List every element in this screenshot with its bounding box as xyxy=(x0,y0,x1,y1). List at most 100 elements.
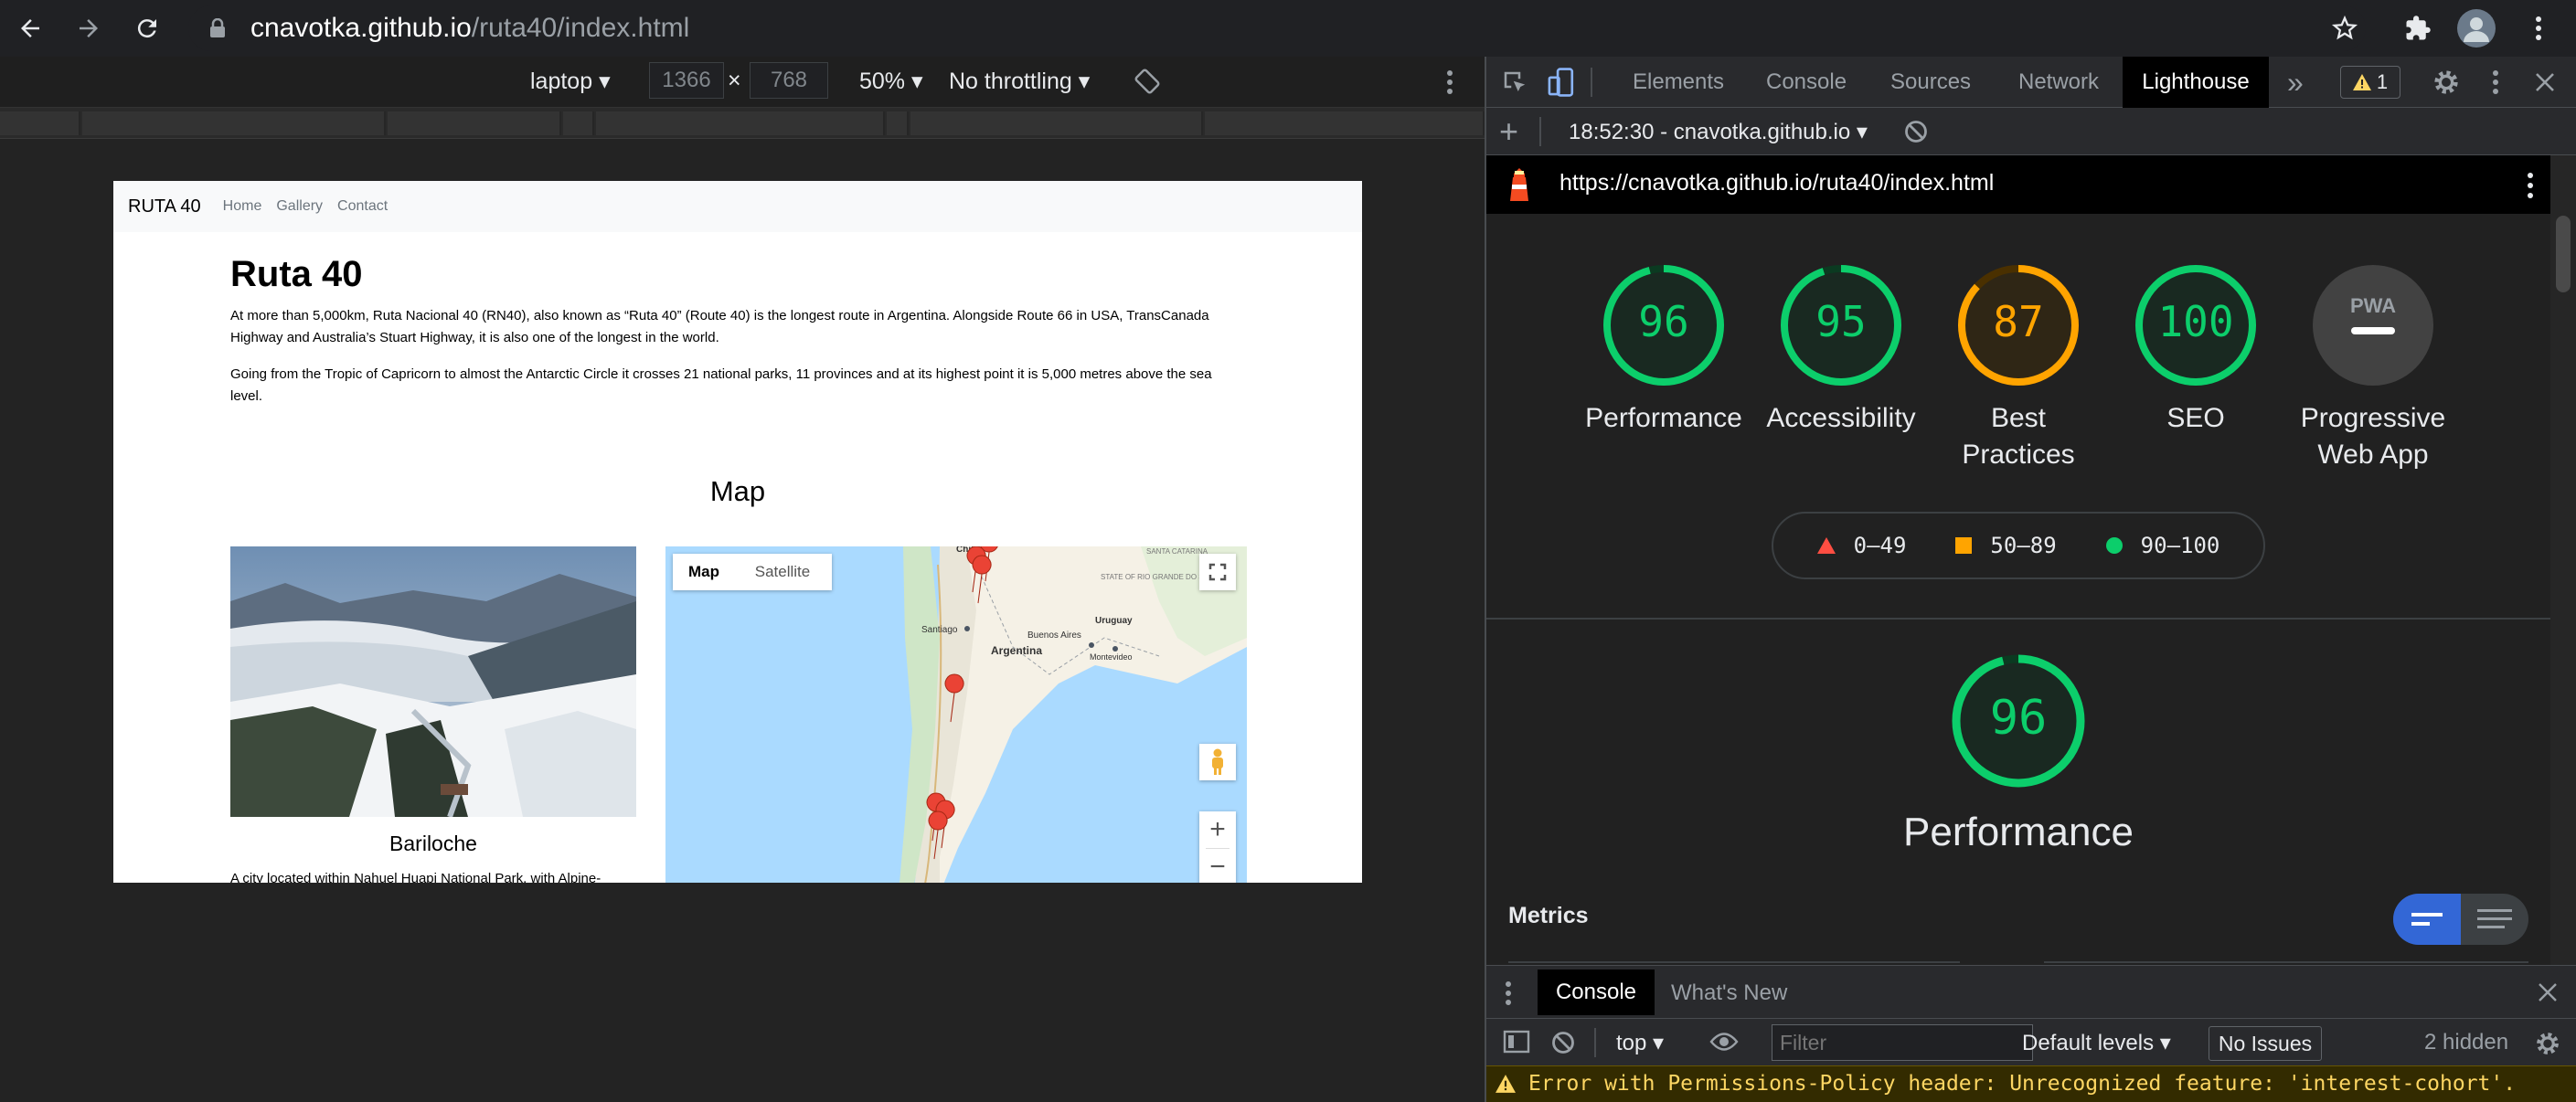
triangle-icon xyxy=(1816,537,1836,554)
close-devtools-icon[interactable] xyxy=(2534,71,2556,93)
inspect-element-icon[interactable] xyxy=(1501,69,1528,96)
short-lines-icon xyxy=(2411,913,2443,926)
back-button[interactable] xyxy=(7,5,53,51)
lighthouse-logo-icon xyxy=(1510,168,1528,201)
more-tabs-button[interactable]: » xyxy=(2287,57,2304,108)
star-icon xyxy=(2331,15,2358,40)
gauge-ring: 87 xyxy=(1958,265,2079,386)
expanded-view-button[interactable] xyxy=(2461,894,2528,945)
warning-icon xyxy=(2352,74,2371,90)
legend-pass: 90–100 xyxy=(2105,533,2219,558)
map-label-montevideo: Montevideo xyxy=(1090,652,1133,662)
close-drawer-icon[interactable] xyxy=(2538,982,2558,1002)
clear-console-icon[interactable] xyxy=(1550,1030,1576,1055)
map-tab-satellite[interactable]: Satellite xyxy=(735,563,830,581)
device-width-input[interactable]: 1366 xyxy=(649,62,724,99)
console-filter-input[interactable] xyxy=(1772,1024,2033,1061)
street-view-pegman[interactable] xyxy=(1199,744,1236,780)
map-label-santiago: Santiago xyxy=(921,625,958,635)
media-query-ruler[interactable] xyxy=(0,108,1485,139)
gauge-ring: 100 xyxy=(2135,265,2256,386)
long-lines-icon xyxy=(2477,909,2512,928)
circle-icon xyxy=(2105,537,2123,554)
device-toolbar: laptop ▾ 1366 × 768 50% ▾ No throttling … xyxy=(0,57,1485,108)
device-height-input[interactable]: 768 xyxy=(750,62,828,99)
back-arrow-icon xyxy=(21,19,39,37)
browser-toolbar: cnavotka.github.io/ruta40/index.html xyxy=(0,0,2576,57)
console-error-text: Error with Permissions-Policy header: Un… xyxy=(1528,1072,2517,1096)
gauge-seo[interactable]: 100 SEO xyxy=(2107,263,2284,437)
performance-big-gauge: 96 xyxy=(1943,652,2093,789)
map-tab-map[interactable]: Map xyxy=(673,563,735,581)
console-settings-icon[interactable] xyxy=(2534,1030,2561,1057)
site-brand[interactable]: RUTA 40 xyxy=(128,196,201,217)
console-error-row[interactable]: Error with Permissions-Policy header: Un… xyxy=(1486,1065,2576,1102)
tab-elements[interactable]: Elements xyxy=(1633,57,1724,108)
nav-link-home[interactable]: Home xyxy=(223,198,262,215)
report-menu-icon[interactable] xyxy=(2527,172,2534,199)
score-value: 95 xyxy=(1815,297,1866,346)
eye-icon[interactable] xyxy=(1709,1032,1739,1052)
settings-gear-icon[interactable] xyxy=(2432,68,2461,97)
reload-button[interactable] xyxy=(124,5,170,51)
zoom-in-button[interactable]: + xyxy=(1209,811,1226,848)
sidebar-toggle-icon[interactable] xyxy=(1503,1030,1530,1054)
device-toggle-icon[interactable] xyxy=(1547,67,1576,98)
report-url[interactable]: https://cnavotka.github.io/ruta40/index.… xyxy=(1559,170,1994,196)
issues-button[interactable]: No Issues xyxy=(2209,1026,2322,1061)
fullscreen-button[interactable] xyxy=(1199,554,1236,590)
address-bar[interactable]: cnavotka.github.io/ruta40/index.html xyxy=(188,5,2366,51)
photo-caption: Bariloche xyxy=(389,832,477,855)
tab-lighthouse[interactable]: Lighthouse xyxy=(2123,57,2269,108)
bookmark-button[interactable] xyxy=(2322,5,2368,51)
gauge-accessibility[interactable]: 95 Accessibility xyxy=(1752,263,1930,437)
forward-button[interactable] xyxy=(66,5,112,51)
url-path: /ruta40/index.html xyxy=(471,13,690,43)
pegman-icon xyxy=(1212,748,1223,775)
rotate-icon[interactable] xyxy=(1134,68,1161,95)
metrics-header: Metrics xyxy=(1486,883,2550,965)
report-scrollbar[interactable] xyxy=(2550,155,2576,965)
google-map[interactable]: Chile Santiago Argentina Buenos Aires Ur… xyxy=(665,546,1247,883)
fullscreen-icon xyxy=(1208,563,1227,581)
context-select[interactable]: top ▾ xyxy=(1616,1030,1664,1056)
browser-menu-button[interactable] xyxy=(2516,5,2561,51)
log-levels-select-label[interactable]: Default levels ▾ xyxy=(2022,1030,2171,1056)
emulated-page: RUTA 40 Home Gallery Contact Ruta 40 At … xyxy=(113,181,1362,883)
site-navbar: RUTA 40 Home Gallery Contact xyxy=(113,181,1362,232)
drawer-tab-console[interactable]: Console xyxy=(1538,970,1655,1015)
mountain-landscape-image xyxy=(230,546,636,817)
nav-link-gallery[interactable]: Gallery xyxy=(276,198,323,215)
big-gauge-ring: 96 xyxy=(1952,654,2085,788)
zoom-select[interactable]: 50% ▾ xyxy=(859,68,923,95)
gauge-performance[interactable]: 96 Performance xyxy=(1575,263,1752,437)
devtools-menu-icon[interactable] xyxy=(2492,69,2499,95)
warnings-badge[interactable]: 1 xyxy=(2340,66,2400,99)
map-label-argentina: Argentina xyxy=(991,644,1042,657)
profile-avatar[interactable] xyxy=(2454,5,2499,51)
compact-view-button[interactable] xyxy=(2393,894,2461,945)
report-select[interactable]: 18:52:30 - cnavotka.github.io ▾ xyxy=(1569,119,1868,145)
clear-reports-icon[interactable] xyxy=(1903,119,1929,144)
gauge-best-practices[interactable]: 87 Best Practices xyxy=(1930,263,2107,473)
zoom-out-button[interactable]: − xyxy=(1209,849,1226,883)
lock-icon xyxy=(210,18,225,37)
device-more-icon[interactable] xyxy=(1446,69,1453,95)
scrollbar-thumb[interactable] xyxy=(2556,216,2571,292)
device-select[interactable]: laptop ▾ xyxy=(530,68,611,95)
tab-network[interactable]: Network xyxy=(2018,57,2099,108)
score-value: 100 xyxy=(2157,297,2233,346)
gauge-pwa[interactable]: PWA Progressive Web App xyxy=(2284,263,2462,473)
tab-sources[interactable]: Sources xyxy=(1890,57,1971,108)
tab-console[interactable]: Console xyxy=(1766,57,1847,108)
devtools-tabbar: Elements Console Sources Network Lightho… xyxy=(1486,57,2576,108)
extensions-button[interactable] xyxy=(2395,5,2441,51)
reload-icon xyxy=(137,19,156,38)
drawer-tab-whats-new[interactable]: What's New xyxy=(1671,980,1787,1006)
new-report-button[interactable]: + xyxy=(1499,110,1518,154)
metrics-view-toggle[interactable] xyxy=(2393,894,2528,945)
throttling-select[interactable]: No throttling ▾ xyxy=(949,68,1090,95)
metrics-label: Metrics xyxy=(1508,903,1589,928)
nav-link-contact[interactable]: Contact xyxy=(337,198,388,215)
drawer-menu-icon[interactable] xyxy=(1505,980,1512,1006)
